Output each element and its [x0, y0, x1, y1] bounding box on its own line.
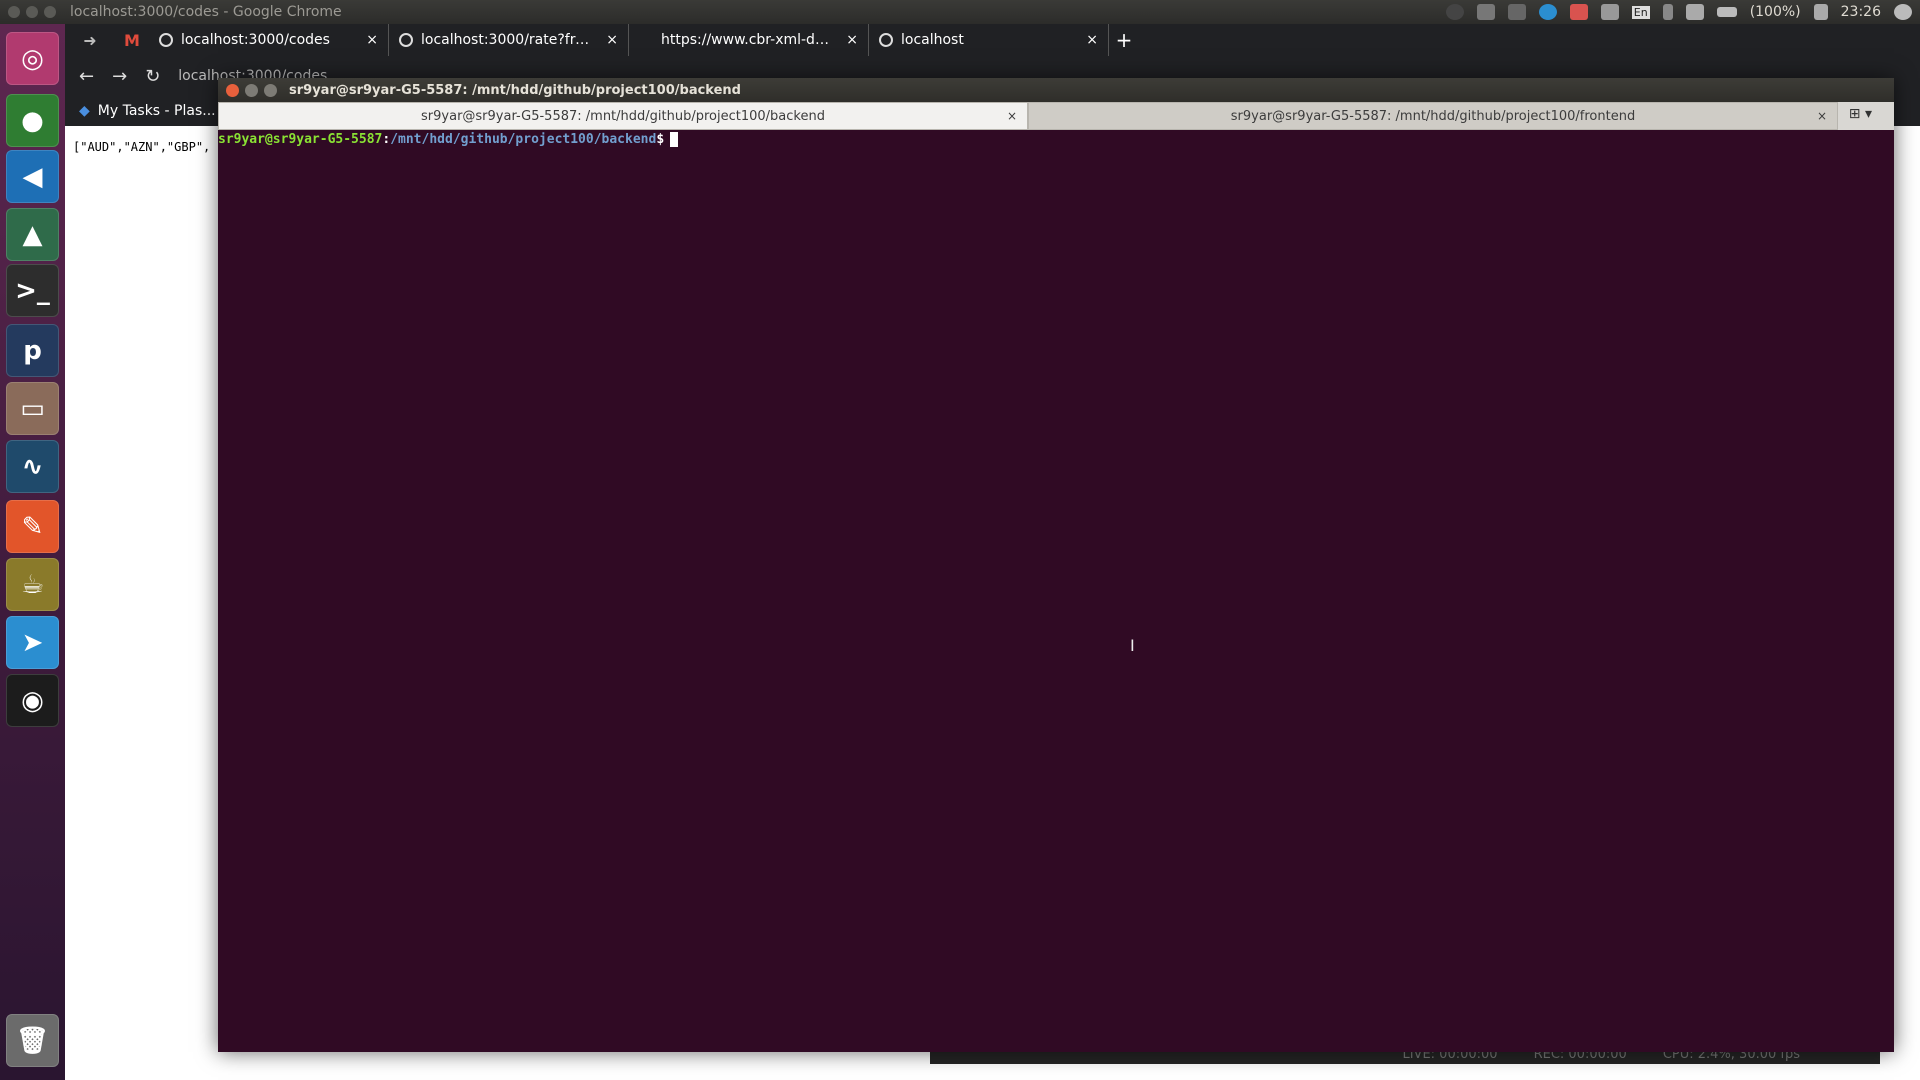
close-icon[interactable]: ×	[1817, 109, 1827, 123]
launcher: ◎ ● ◀ ▲ >_p ▭ ∿ ✎ ☕ ➤ ◉ 🗑	[0, 24, 65, 1080]
prompt-path: /mnt/hdd/github/project100/backend	[390, 132, 657, 147]
clock[interactable]: 23:26	[1841, 4, 1881, 20]
panel-window-controls[interactable]	[8, 6, 56, 18]
close-icon[interactable]: ×	[1007, 109, 1017, 123]
telegram-tray-icon[interactable]	[1538, 4, 1557, 20]
bookmark-item[interactable]: My Tasks - Plas...	[98, 103, 216, 119]
obs-tray-icon[interactable]	[1445, 4, 1464, 20]
terminal-window[interactable]: sr9yar@sr9yar-G5-5587: /mnt/hdd/github/p…	[218, 78, 1894, 1052]
panel-window-title: localhost:3000/codes - Google Chrome	[70, 4, 342, 20]
close-icon[interactable]: ×	[606, 32, 618, 48]
back-icon[interactable]: ←	[79, 66, 94, 87]
close-icon[interactable]: ×	[1086, 32, 1098, 48]
chrome-tab[interactable]: localhost:3000/rate?from ×	[389, 24, 629, 56]
p-app-icon[interactable]: p	[6, 324, 59, 377]
terminal-titlebar[interactable]: sr9yar@sr9yar-G5-5587: /mnt/hdd/github/p…	[218, 78, 1894, 102]
vscode-icon[interactable]: ◀	[6, 150, 59, 203]
terminal-tab-strip: sr9yar@sr9yar-G5-5587: /mnt/hdd/github/p…	[218, 102, 1894, 130]
globe-icon	[399, 33, 413, 47]
chrome-tab[interactable]: https://www.cbr-xml-dail ×	[629, 24, 869, 56]
globe-icon	[159, 33, 173, 47]
bluetooth-icon[interactable]	[1662, 4, 1673, 20]
discord-tray-icon[interactable]	[1476, 4, 1495, 20]
rocket-icon[interactable]: ▲	[6, 208, 59, 261]
reload-icon[interactable]: ↻	[145, 66, 160, 87]
teapot-icon[interactable]: ☕	[6, 558, 59, 611]
prompt-dollar: $	[656, 132, 665, 147]
telegram-icon[interactable]: ➤	[6, 616, 59, 669]
close-icon[interactable]: ×	[366, 32, 378, 48]
terminal-tab-frontend[interactable]: sr9yar@sr9yar-G5-5587: /mnt/hdd/github/p…	[1028, 102, 1838, 130]
chrome-tab[interactable]: localhost:3000/codes ×	[149, 24, 389, 56]
maximize-icon[interactable]	[264, 83, 277, 97]
new-tab-button[interactable]: +	[1109, 24, 1139, 56]
new-terminal-tab-icon[interactable]: ⊞ ▾	[1849, 106, 1872, 122]
gmail-pinned-tab[interactable]: M	[115, 24, 149, 56]
terminal-body[interactable]: sr9yar@sr9yar-G5-5587:/mnt/hdd/github/pr…	[218, 130, 1894, 1052]
terminal-cursor	[670, 132, 679, 147]
terminal-title: sr9yar@sr9yar-G5-5587: /mnt/hdd/github/p…	[289, 82, 741, 98]
files-icon[interactable]: ▭	[6, 382, 59, 435]
battery-percent: (100%)	[1749, 4, 1801, 20]
prompt-user-host: sr9yar@sr9yar-G5-5587	[218, 132, 383, 147]
close-icon[interactable]: ×	[846, 32, 858, 48]
mysql-workbench-icon[interactable]: ∿	[6, 440, 59, 493]
bookmark-icon: ◆	[79, 103, 90, 119]
chrome-tab-nav-icon[interactable]: ➜	[65, 24, 115, 56]
chrome-icon[interactable]: ●	[6, 94, 59, 147]
close-icon[interactable]	[226, 83, 239, 97]
terminal-window-controls	[226, 83, 277, 97]
shield-tray-icon[interactable]	[1569, 4, 1588, 20]
gear-icon[interactable]	[1894, 4, 1912, 20]
terminal-tab-backend[interactable]: sr9yar@sr9yar-G5-5587: /mnt/hdd/github/p…	[218, 102, 1028, 130]
minimize-icon[interactable]	[245, 83, 258, 97]
top-panel: localhost:3000/codes - Google Chrome En …	[0, 0, 1920, 24]
terminal-icon[interactable]: >_	[6, 264, 59, 317]
wifi-icon[interactable]	[1600, 4, 1619, 20]
postman-icon[interactable]: ✎	[6, 500, 59, 553]
chrome-tab[interactable]: localhost ×	[869, 24, 1109, 56]
mail-icon[interactable]	[1685, 4, 1704, 20]
json-response-text: ["AUD","AZN","GBP",	[73, 140, 211, 154]
volume-icon[interactable]	[1813, 4, 1828, 20]
trash-icon[interactable]: 🗑	[6, 1014, 59, 1067]
ubuntu-dash-icon[interactable]: ◎	[6, 32, 59, 85]
slack-tray-icon[interactable]	[1507, 4, 1526, 20]
obs-icon[interactable]: ◉	[6, 674, 59, 727]
forward-icon[interactable]: →	[112, 66, 127, 87]
battery-icon[interactable]	[1716, 7, 1737, 17]
globe-icon	[879, 33, 893, 47]
ibeam-cursor-icon: I	[1130, 636, 1135, 655]
system-tray: En (100%) 23:26	[1445, 0, 1912, 24]
keyboard-layout[interactable]: En	[1631, 5, 1650, 19]
chrome-tab-strip: ➜ M localhost:3000/codes × localhost:300…	[65, 24, 1920, 56]
